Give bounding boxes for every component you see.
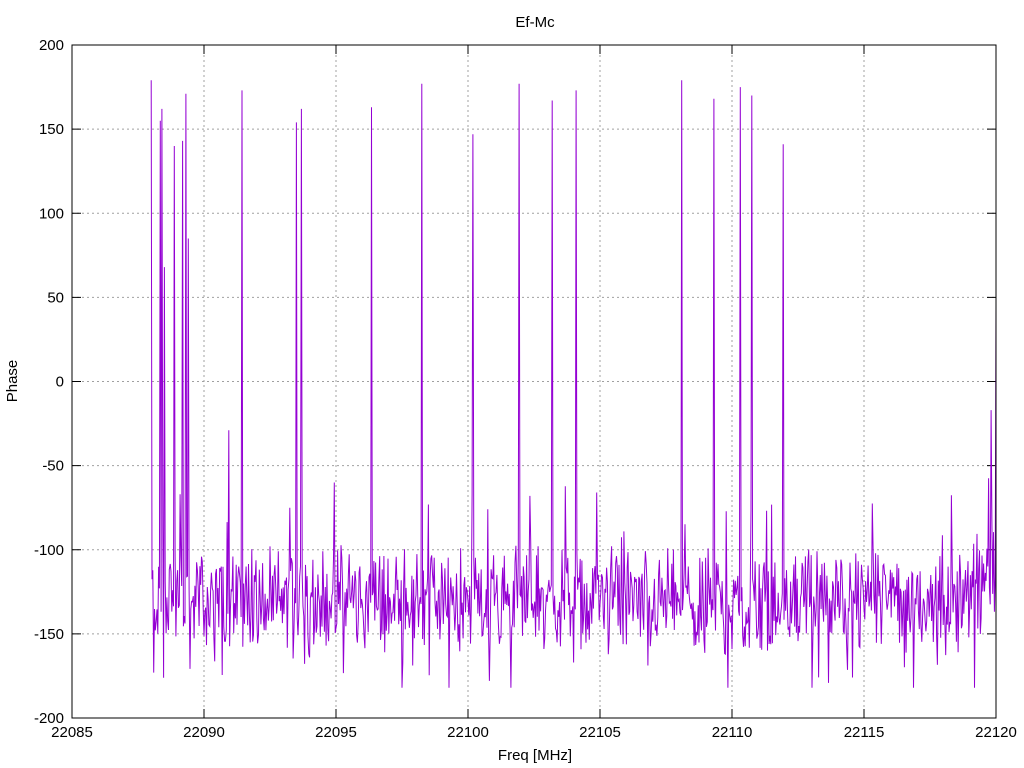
chart-title: Ef-Mc: [515, 14, 555, 31]
x-tick-label: 22120: [975, 724, 1017, 741]
x-tick-label: 22115: [844, 724, 885, 741]
y-tick-label: -100: [34, 542, 64, 559]
y-tick-label: -150: [34, 626, 64, 643]
y-tick-label: 100: [39, 205, 64, 222]
x-tick-label: 22105: [579, 724, 621, 741]
y-tick-label: -50: [42, 458, 64, 475]
x-tick-label: 22110: [712, 724, 753, 741]
y-tick-label: 0: [56, 374, 64, 391]
y-tick-label: 150: [39, 121, 64, 138]
x-tick-label: 22100: [447, 724, 489, 741]
x-axis-label: Freq [MHz]: [498, 747, 572, 764]
y-tick-label: -200: [34, 710, 64, 727]
phase-chart: 22085 22090 22095 22100 22105 22110 22115 22120…: [0, 0, 1024, 768]
y-axis-label: Phase: [4, 360, 21, 403]
x-tick-label: 22090: [183, 724, 225, 741]
y-tick-label: 200: [39, 37, 64, 54]
y-tick-label: 50: [47, 289, 64, 306]
x-tick-label: 22095: [315, 724, 357, 741]
